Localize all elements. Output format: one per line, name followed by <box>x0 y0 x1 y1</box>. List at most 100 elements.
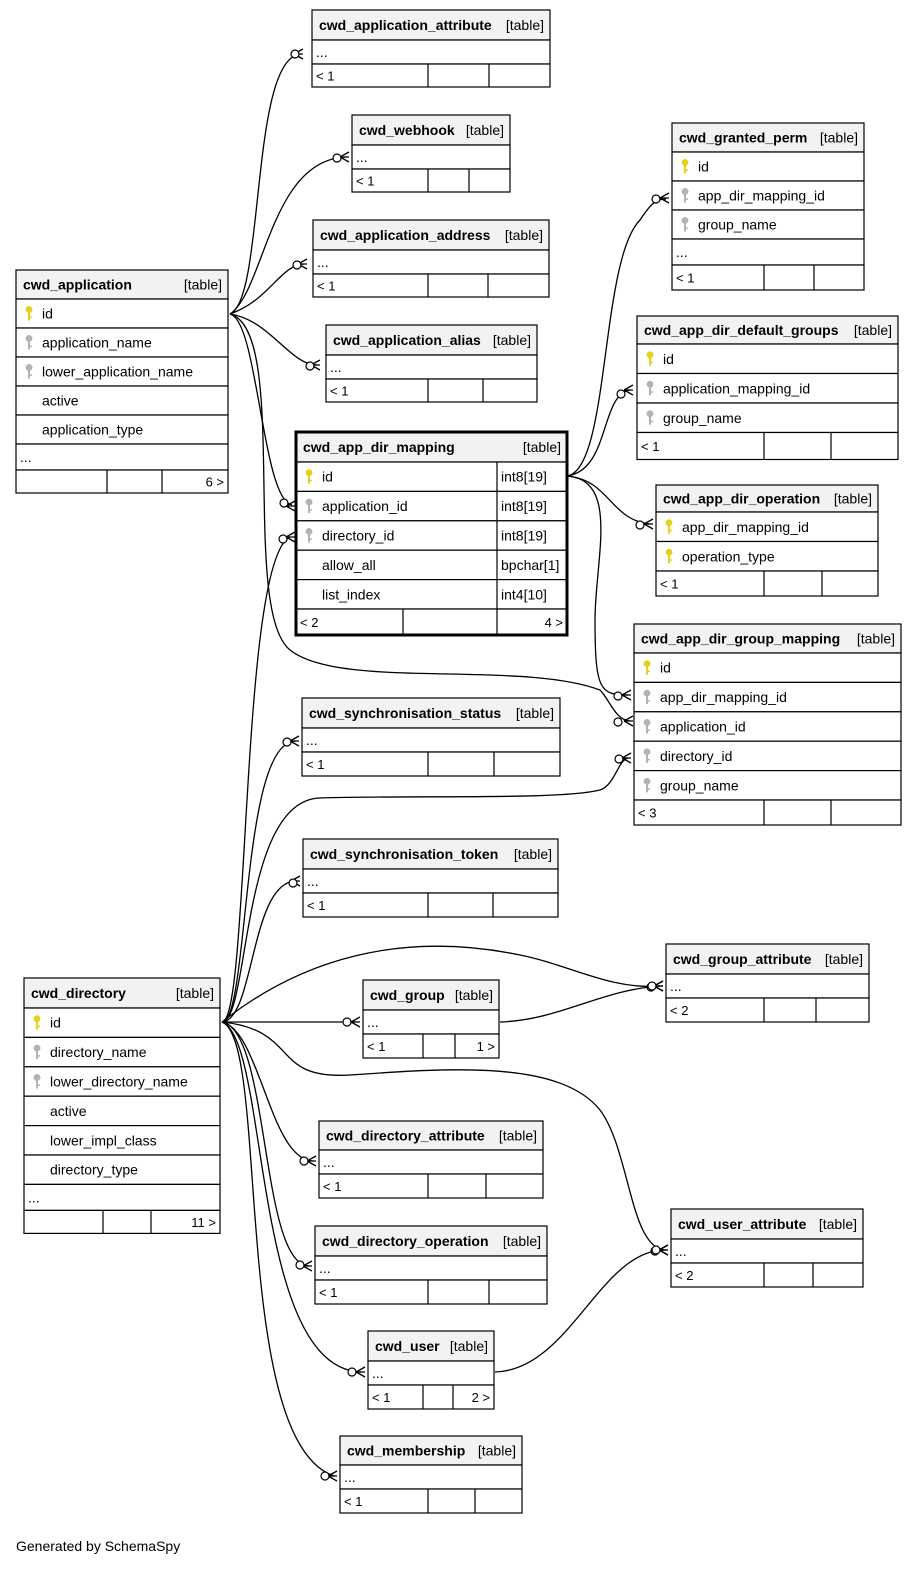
table-cwd_application[interactable]: cwd_application [table] id application_name… <box>15 269 229 494</box>
column-row-directory_id[interactable]: directory_id int8[19] <box>295 520 568 551</box>
column-row-id[interactable]: id int8[19] <box>295 461 568 492</box>
more-columns-row[interactable]: ... <box>312 249 550 275</box>
table-name: cwd_synchronisation_status <box>309 705 501 721</box>
table-type-tag: [table] <box>505 227 543 243</box>
table-cwd_synchronisation_token[interactable]: cwd_synchronisation_token [table]... < 1 <box>302 838 559 918</box>
column-row-application_id[interactable]: application_id <box>633 711 902 742</box>
column-row-active[interactable]: active <box>15 385 229 416</box>
column-row-application_type[interactable]: application_type <box>15 414 229 445</box>
column-row-group_name[interactable]: group_name <box>633 769 902 801</box>
column-name: application_name <box>42 335 152 351</box>
column-row-app_dir_mapping_id[interactable]: app_dir_mapping_id <box>671 180 865 211</box>
parents-count: < 1 <box>344 1494 362 1509</box>
column-row-operation_type[interactable]: operation_type <box>655 540 879 572</box>
column-name: app_dir_mapping_id <box>660 689 787 705</box>
column-row-directory_type[interactable]: directory_type <box>23 1154 221 1185</box>
more-columns-row[interactable]: ... <box>23 1183 221 1212</box>
table-cwd_app_dir_group_mapping[interactable]: cwd_app_dir_group_mapping [table] id app_di… <box>633 623 902 826</box>
column-row-directory_name[interactable]: directory_name <box>23 1036 221 1068</box>
table-name: cwd_membership <box>347 1443 465 1459</box>
table-name: cwd_directory <box>31 985 126 1001</box>
column-row-id[interactable]: id <box>671 151 865 182</box>
column-row-active[interactable]: active <box>23 1095 221 1127</box>
optional-marker <box>616 389 626 399</box>
column-name: application_mapping_id <box>663 380 810 396</box>
column-row-id[interactable]: id <box>633 652 902 683</box>
crow-foot-marker <box>643 518 654 530</box>
crow-foot-marker <box>350 1016 361 1028</box>
more-columns-row[interactable]: ... <box>362 1009 500 1035</box>
optional-marker <box>332 153 342 163</box>
table-cwd_user[interactable]: cwd_user [table]... < 1 2 > <box>367 1330 495 1410</box>
parents-count: < 1 <box>316 69 334 84</box>
table-footer: 11 > <box>23 1209 221 1235</box>
table-cwd_application_attribute[interactable]: cwd_application_attribute [table]... < 1 <box>311 9 551 88</box>
column-name: directory_name <box>50 1044 147 1060</box>
ellipsis-label: ... <box>372 1365 384 1381</box>
more-columns-row[interactable]: ... <box>351 144 511 170</box>
column-row-application_name[interactable]: application_name <box>15 327 229 358</box>
table-cwd_synchronisation_status[interactable]: cwd_synchronisation_status [table]... < 1 <box>301 697 561 777</box>
more-columns-row[interactable]: ... <box>311 39 551 65</box>
column-row-list_index[interactable]: list_index int4[10] <box>295 578 568 610</box>
table-cwd_application_alias[interactable]: cwd_application_alias [table]... < 1 <box>325 324 538 403</box>
parents-count: < 3 <box>638 806 656 821</box>
column-row-application_mapping_id[interactable]: application_mapping_id <box>636 372 899 404</box>
crow-foot-marker <box>623 715 634 727</box>
table-footer: < 1 1 > <box>362 1033 500 1059</box>
more-columns-row[interactable]: ... <box>367 1360 495 1386</box>
table-cwd_group_attribute[interactable]: cwd_group_attribute [table]... < 2 <box>665 943 870 1023</box>
column-row-id[interactable]: id <box>15 298 229 329</box>
table-cwd_directory_attribute[interactable]: cwd_directory_attribute [table]... < 1 <box>318 1120 544 1199</box>
table-cwd_app_dir_mapping[interactable]: cwd_app_dir_mapping [table]id int8[19]appl… <box>294 430 569 637</box>
parents-count: < 1 <box>676 271 694 286</box>
table-cwd_granted_perm[interactable]: cwd_granted_perm [table] id app_dir_mapping… <box>671 122 865 291</box>
column-name: lower_impl_class <box>50 1132 157 1148</box>
column-row-lower_application_name[interactable]: lower_application_name <box>15 356 229 387</box>
table-name: cwd_app_dir_group_mapping <box>641 631 840 647</box>
column-row-id[interactable]: id <box>23 1007 221 1038</box>
column-row-group_name[interactable]: group_name <box>671 209 865 240</box>
more-columns-row[interactable]: ... <box>302 868 559 894</box>
column-row-allow_all[interactable]: allow_all bpchar[1] <box>295 549 568 581</box>
more-columns-row[interactable]: ... <box>325 354 538 380</box>
column-row-app_dir_mapping_id[interactable]: app_dir_mapping_id <box>655 511 879 543</box>
more-columns-row[interactable]: ... <box>670 1238 864 1264</box>
more-columns-row[interactable]: ... <box>665 973 870 999</box>
table-cwd_app_dir_operation[interactable]: cwd_app_dir_operation [table] app_dir_mapp… <box>655 484 879 597</box>
column-name: group_name <box>698 217 777 233</box>
ellipsis-label: ... <box>28 1189 40 1205</box>
column-row-lower_impl_class[interactable]: lower_impl_class <box>23 1124 221 1156</box>
more-columns-row[interactable]: ... <box>314 1255 548 1281</box>
table-cwd_group[interactable]: cwd_group [table]... < 1 1 > <box>362 979 500 1059</box>
table-cwd_application_address[interactable]: cwd_application_address [table]... < 1 <box>312 219 550 298</box>
more-columns-row[interactable]: ... <box>339 1464 523 1490</box>
column-row-app_dir_mapping_id[interactable]: app_dir_mapping_id <box>633 681 902 713</box>
table-cwd_directory_operation[interactable]: cwd_directory_operation [table]... < 1 <box>314 1225 548 1305</box>
column-row-group_name[interactable]: group_name <box>636 402 899 434</box>
parents-count: < 1 <box>372 1390 390 1405</box>
crow-foot-marker <box>621 689 632 701</box>
parents-count: < 1 <box>367 1039 385 1054</box>
table-cwd_webhook[interactable]: cwd_webhook [table]... < 1 <box>351 114 511 193</box>
table-footer: < 1 <box>318 1173 544 1199</box>
column-row-id[interactable]: id <box>636 343 899 375</box>
relationship-cwd_application-to-cwd_application_attribute <box>229 48 304 315</box>
table-name: cwd_app_dir_default_groups <box>644 322 839 338</box>
column-row-lower_directory_name[interactable]: lower_directory_name <box>23 1066 221 1097</box>
ellipsis-label: ... <box>676 244 688 260</box>
optional-marker <box>282 737 292 747</box>
more-columns-row[interactable]: ... <box>301 727 561 753</box>
table-cwd_directory[interactable]: cwd_directory [table] id directory_namelowe… <box>23 977 221 1235</box>
more-columns-row[interactable]: ... <box>15 443 229 471</box>
table-type-tag: [table] <box>516 705 554 721</box>
more-columns-row[interactable]: ... <box>318 1149 544 1175</box>
more-columns-row[interactable]: ... <box>671 238 865 266</box>
table-cwd_membership[interactable]: cwd_membership [table]... < 1 <box>339 1435 523 1514</box>
table-cwd_app_dir_default_groups[interactable]: cwd_app_dir_default_groups [table] id appli… <box>636 315 899 461</box>
column-row-directory_id[interactable]: directory_id <box>633 740 902 772</box>
column-row-application_id[interactable]: application_id int8[19] <box>295 490 568 522</box>
parents-count: < 1 <box>356 174 374 189</box>
table-cwd_user_attribute[interactable]: cwd_user_attribute [table]... < 2 <box>670 1208 864 1288</box>
optional-marker <box>614 754 624 764</box>
